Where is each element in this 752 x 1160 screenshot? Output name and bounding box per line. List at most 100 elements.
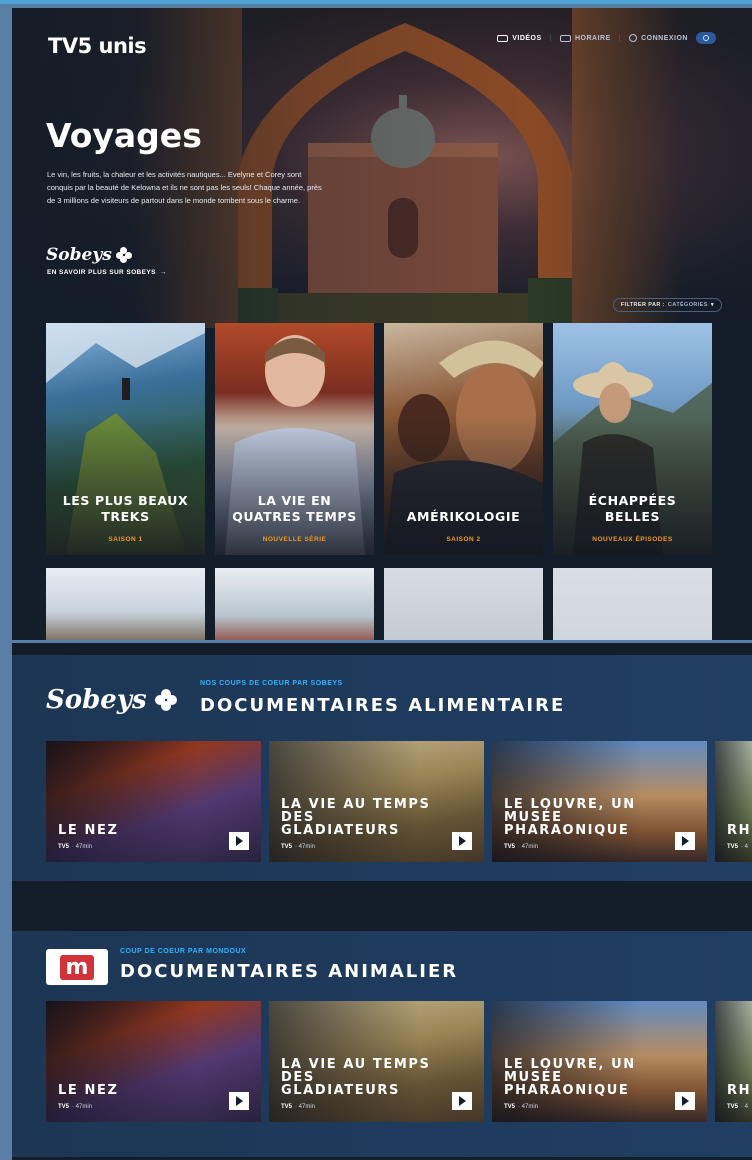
video-tile[interactable]: RH TV5 · 4	[715, 741, 752, 862]
sponsor-logo[interactable]: Sobeys	[46, 245, 132, 265]
channel-logo: TV5	[58, 844, 70, 850]
video-duration: · 47min	[295, 844, 316, 850]
video-title: LE LOUVRE, UN MUSÉE PHARAONIQUE	[504, 797, 636, 838]
sponsor-name: Sobeys	[46, 245, 112, 265]
tv-icon	[559, 34, 571, 42]
video-meta: TV5 · 47min	[281, 1104, 315, 1110]
video-tile[interactable]: LA VIE AU TEMPS DES GLADIATEURS TV5 · 47m…	[269, 741, 484, 862]
show-subtitle: NOUVEAUX ÉPISODES	[592, 536, 673, 543]
channel-logo: TV5	[281, 1104, 293, 1110]
show-card[interactable]	[46, 568, 205, 640]
show-grid: LES PLUS BEAUX TREKS SAISON 1 LA VIE EN …	[46, 323, 712, 555]
nav-connexion[interactable]: CONNEXION	[629, 34, 688, 42]
play-icon	[235, 836, 243, 846]
sponsor-logo[interactable]: Sobeys	[46, 685, 177, 715]
show-subtitle: SAISON 1	[108, 536, 143, 543]
video-duration: · 47min	[518, 1104, 539, 1110]
channel-logo: TV5	[504, 1104, 516, 1110]
play-icon	[681, 1096, 689, 1106]
video-duration: · 4	[741, 844, 749, 850]
search-button[interactable]	[696, 32, 716, 44]
video-meta: TV5 · 47min	[58, 844, 92, 850]
show-subtitle: SAISON 2	[446, 536, 481, 543]
play-button[interactable]	[675, 832, 695, 850]
nav-separator: |	[549, 34, 552, 42]
video-tile[interactable]: LE LOUVRE, UN MUSÉE PHARAONIQUE TV5 · 47m…	[492, 1001, 707, 1122]
sponsored-section-mondoux: m COUP DE COEUR PAR MONDOUX DOCUMENTAIRE…	[12, 931, 752, 1157]
clover-icon	[154, 689, 177, 711]
show-card[interactable]: ÉCHAPPÉES BELLES NOUVEAUX ÉPISODES	[553, 323, 712, 555]
play-button[interactable]	[452, 832, 472, 850]
video-row: LE NEZ TV5 · 47min LA VIE AU TEMPS DES GL…	[46, 741, 752, 862]
show-card[interactable]	[384, 568, 543, 640]
nav-horaire-label: HORAIRE	[574, 34, 611, 42]
nav-videos-label: VIDÉOS	[512, 34, 542, 42]
play-button[interactable]	[675, 1092, 695, 1110]
play-icon	[458, 836, 466, 846]
video-tile[interactable]: LA VIE AU TEMPS DES GLADIATEURS TV5 · 47m…	[269, 1001, 484, 1122]
play-icon	[681, 836, 689, 846]
video-title: LE NEZ	[58, 823, 119, 838]
sponsor-link[interactable]: EN SAVOIR PLUS SUR SOBEYS →	[47, 269, 167, 276]
section-kicker: NOS COUPS DE COEUR PAR SOBEYS	[200, 680, 343, 687]
window-frame	[0, 0, 752, 4]
play-button[interactable]	[229, 832, 249, 850]
nav-horaire[interactable]: HORAIRE	[559, 34, 611, 42]
video-title: LA VIE AU TEMPS DES GLADIATEURS	[281, 1057, 431, 1098]
play-icon	[458, 1096, 466, 1106]
video-tile[interactable]: LE LOUVRE, UN MUSÉE PHARAONIQUE TV5 · 47m…	[492, 741, 707, 862]
top-navigation: VIDÉOS | HORAIRE | CONNEXION	[497, 32, 716, 44]
video-title: LA VIE AU TEMPS DES GLADIATEURS	[281, 797, 431, 838]
channel-logo: TV5	[281, 844, 293, 850]
mondoux-logo-text: m	[59, 954, 95, 980]
video-meta: TV5 · 4	[727, 1104, 748, 1110]
sponsored-sections: Sobeys NOS COUPS DE COEUR PAR SOBEYS DOC…	[12, 643, 752, 1160]
video-duration: · 47min	[518, 844, 539, 850]
channel-logo: TV5	[727, 844, 739, 850]
show-title: LA VIE EN QUATRES TEMPS	[232, 493, 357, 524]
channel-logo: TV5	[727, 1104, 739, 1110]
nav-separator: |	[618, 34, 622, 42]
video-icon	[497, 34, 509, 42]
video-title: RH	[727, 823, 752, 838]
show-subtitle: NOUVELLE SÉRIE	[262, 536, 327, 543]
category-filter-dropdown[interactable]: FILTRER PAR : CATÉGORIES ▾	[612, 298, 722, 312]
show-title: ÉCHAPPÉES BELLES	[588, 493, 677, 524]
section-title: DOCUMENTAIRES ALIMENTAIRE	[200, 695, 566, 716]
show-card[interactable]	[553, 568, 712, 640]
show-card[interactable]: LES PLUS BEAUX TREKS SAISON 1	[46, 323, 205, 555]
nav-connexion-label: CONNEXION	[641, 34, 688, 42]
mondoux-logo[interactable]: m	[46, 949, 108, 985]
show-title: LES PLUS BEAUX TREKS	[62, 493, 189, 524]
section-title: DOCUMENTAIRES ANIMALIER	[120, 961, 459, 982]
video-tile[interactable]: RH TV5 · 4	[715, 1001, 752, 1122]
video-tile[interactable]: LE NEZ TV5 · 47min	[46, 741, 261, 862]
show-title: AMÉRIKOLOGIE	[406, 509, 521, 524]
filter-value: CATÉGORIES	[667, 302, 708, 308]
show-card[interactable]	[215, 568, 374, 640]
video-duration: · 4	[741, 1104, 749, 1110]
play-button[interactable]	[229, 1092, 249, 1110]
sponsor-name: Sobeys	[46, 685, 147, 715]
channel-logo: TV5	[504, 844, 516, 850]
video-title: LE NEZ	[58, 1083, 119, 1098]
site-logo[interactable]: TV5 unis	[48, 34, 147, 58]
video-meta: TV5 · 47min	[504, 1104, 538, 1110]
show-card[interactable]: LA VIE EN QUATRES TEMPS NOUVELLE SÉRIE	[215, 323, 374, 555]
show-card[interactable]: AMÉRIKOLOGIE SAISON 2	[384, 323, 543, 555]
nav-videos[interactable]: VIDÉOS	[497, 34, 542, 42]
arrow-right-icon: →	[159, 269, 167, 276]
sponsor-link-label: EN SAVOIR PLUS SUR SOBEYS	[47, 269, 156, 276]
video-row: LE NEZ TV5 · 47min LA VIE AU TEMPS DES GL…	[46, 1001, 752, 1122]
section-kicker: COUP DE COEUR PAR MONDOUX	[120, 948, 247, 955]
catalog-page: TV5 unis VIDÉOS | HORAIRE | CONNEXION Vo…	[12, 8, 752, 640]
video-meta: TV5 · 47min	[58, 1104, 92, 1110]
show-grid-row-2	[46, 568, 712, 640]
video-duration: · 47min	[72, 844, 93, 850]
video-duration: · 47min	[72, 1104, 93, 1110]
video-title: LE LOUVRE, UN MUSÉE PHARAONIQUE	[504, 1057, 636, 1098]
play-button[interactable]	[452, 1092, 472, 1110]
video-tile[interactable]: LE NEZ TV5 · 47min	[46, 1001, 261, 1122]
channel-logo: TV5	[58, 1104, 70, 1110]
play-icon	[235, 1096, 243, 1106]
